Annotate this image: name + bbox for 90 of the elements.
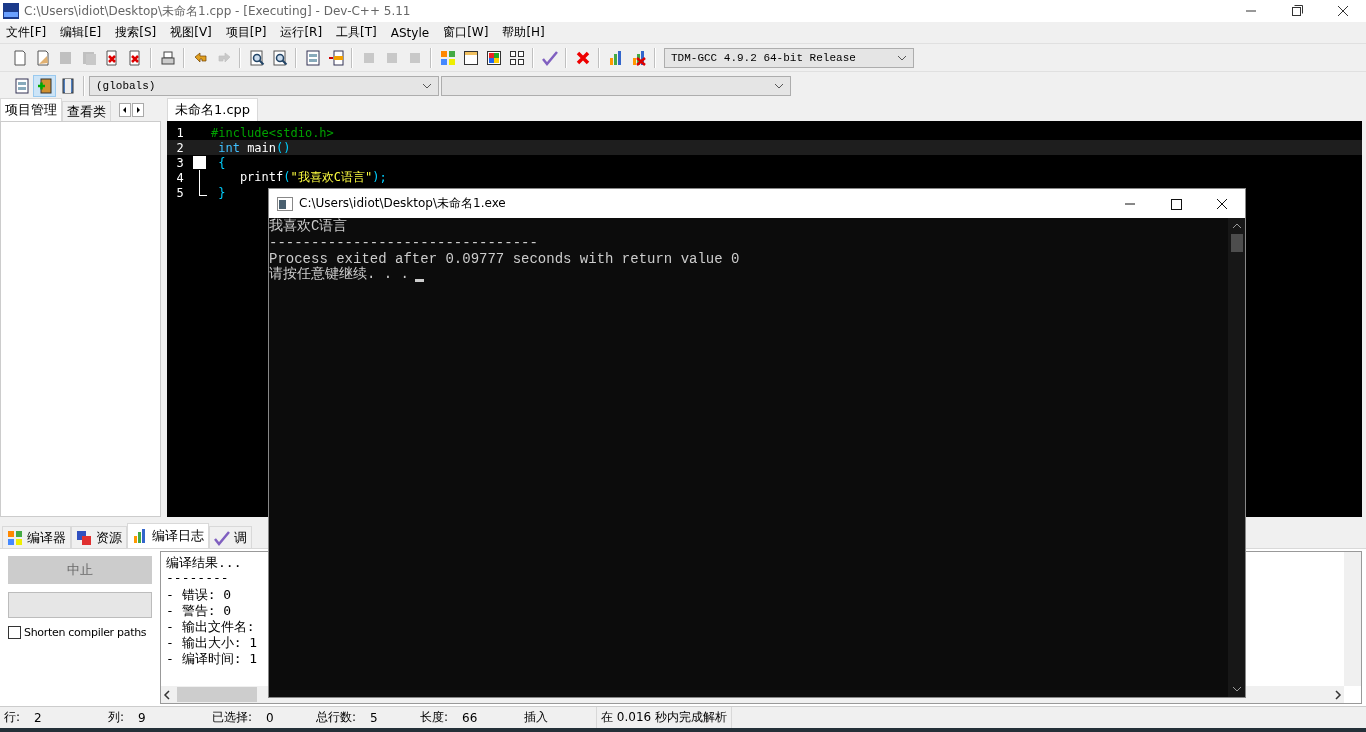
status-value: 2 [34,710,42,725]
status-value: 0 [266,710,274,725]
grid-icon [439,49,456,66]
line-number: 2 [175,140,185,155]
code-line: int main() [217,140,291,155]
menu-item[interactable]: AStyle [386,25,434,40]
scope-select[interactable]: (globals) [89,75,439,96]
panel-tab[interactable]: 查看类 [62,101,111,121]
scroll-left-button[interactable] [119,103,131,117]
status-label: 行: [4,709,21,726]
vertical-scrollbar[interactable] [1344,552,1361,686]
scroll-right-icon[interactable] [1332,688,1344,701]
menu-item[interactable]: 运行[R] [276,24,327,41]
menu-item[interactable]: 视图[V] [166,24,216,41]
panel-icon [304,49,321,66]
page-icon [11,49,28,66]
text-cursor [415,279,424,282]
add-file-icon [36,77,53,94]
menu-item[interactable]: 窗口[W] [439,24,493,41]
open-file-icon [34,49,51,66]
line-number: 1 [175,125,185,140]
code-line: printf("我喜欢C语言"); [238,169,387,186]
tiles-icon [508,49,525,66]
status-label: 总行数: [316,709,357,726]
check-icon [541,49,558,66]
fold-end-icon [199,185,207,196]
indent-icon [327,49,344,66]
log-line: - 输出大小: 1 [166,634,259,650]
log-line: - 编译时间: 1 [166,650,259,666]
fold-line-icon [199,170,200,185]
shorten-paths-checkbox[interactable]: Shorten compiler paths [8,626,152,639]
scroll-thumb[interactable] [177,687,257,702]
log-line: -------- [166,570,230,586]
grid-icon [485,49,502,66]
code-line: #include<stdio.h> [210,125,334,140]
log-line: 编译结果... [166,554,243,570]
window-icon [462,49,479,66]
console-line: Process exited after 0.09777 seconds with return value 0 [269,251,740,267]
status-label: 已选择: [212,709,253,726]
line-number: 3 [175,155,185,170]
chevron-icon [897,54,907,61]
line-number: 4 [175,170,185,185]
disks-icon [80,49,97,66]
menu-item[interactable]: 搜索[S] [111,24,161,41]
log-line: - 错误: 0 [166,586,233,602]
console-line: -------------------------------- [269,235,538,251]
close-file-icon [103,49,120,66]
menu-item[interactable]: 项目[P] [221,24,271,41]
replace-icon [271,49,288,66]
status-value: 66 [462,710,478,725]
panel-tab[interactable]: 项目管理 [0,98,62,121]
fold-marker-icon[interactable] [193,156,206,169]
close-files-icon [126,49,143,66]
chevron-icon [422,82,432,89]
printer-icon [159,49,176,66]
compiler-select[interactable]: TDM-GCC 4.9.2 64-bit Release [664,47,914,68]
console-line: 请按任意键继续. . . [269,265,409,283]
scroll-left-icon[interactable] [161,688,173,701]
vertical-scrollbar[interactable] [1228,218,1245,697]
panel-icon [13,77,30,94]
bar-chart-icon [630,49,647,66]
book-icon [59,77,76,94]
bar-chart-icon [607,49,624,66]
window-title: C:\Users\idiot\Desktop\未命名1.cpp - [Executing] - Dev-C++ 5.11 [24,2,412,20]
scroll-right-button[interactable] [132,103,144,117]
status-value: 5 [370,710,378,725]
console-app-icon [277,196,293,211]
app-logo-icon [3,3,19,19]
status-text: 在 0.016 秒内完成解析 [601,709,727,726]
status-value: 9 [138,710,146,725]
log-line: - 警告: 0 [166,602,233,618]
menu-item[interactable]: 工具[T] [332,24,381,41]
line-number: 5 [175,185,185,200]
status-label: 列: [108,709,125,726]
menu-item[interactable]: 文件[F] [2,24,51,41]
chevron-icon [774,82,784,89]
panel-tab[interactable]: 编译日志 [127,523,209,548]
window-title: C:\Users\idiot\Desktop\未命名1.exe [299,195,507,212]
file-tab[interactable]: 未命名1.cpp [167,98,259,121]
status-label: 长度: [420,709,449,726]
code-line: } [217,185,226,200]
search-icon [248,49,265,66]
menu-item[interactable]: 编辑[E] [56,24,106,41]
log-line: - 输出文件名: [166,618,256,634]
cross-icon [574,49,591,66]
scroll-thumb[interactable] [1230,234,1243,252]
menu-item[interactable]: 帮助[H] [498,24,549,41]
code-line: { [217,155,226,170]
status-text: 插入 [524,709,548,726]
console-line: 我喜欢C语言 [269,217,348,235]
